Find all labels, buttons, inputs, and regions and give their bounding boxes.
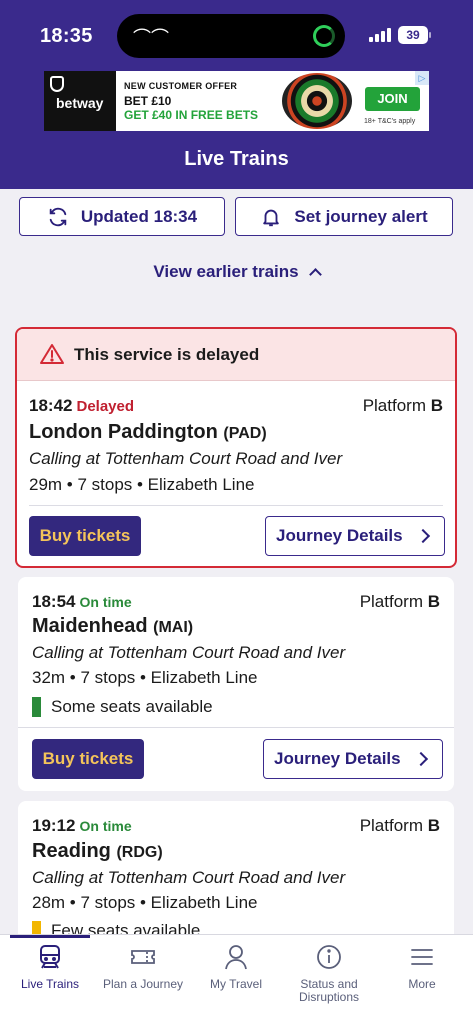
warning-icon — [40, 344, 64, 364]
delay-alert-text: This service is delayed — [74, 345, 260, 364]
dartboard-image — [282, 73, 352, 129]
calling-points: Calling at Tottenham Court Road and Iver — [29, 449, 343, 468]
ad-bet: BET £10 — [124, 94, 172, 108]
journey-meta: 29m • 7 stops • Elizabeth Line — [29, 475, 255, 494]
departure-time: 18:42 — [29, 396, 73, 415]
app-header: 18:35 ⌒⌒ 39 betway NEW CUSTOMER OFFER BE… — [0, 0, 473, 189]
view-earlier-trains-link[interactable]: View earlier trains — [0, 262, 473, 282]
station-code: (PAD) — [223, 425, 267, 442]
refresh-icon — [49, 207, 67, 226]
advert-banner[interactable]: betway NEW CUSTOMER OFFER BET £10 GET £4… — [44, 71, 429, 131]
card-divider — [29, 505, 443, 506]
platform: Platform B — [362, 396, 443, 415]
dynamic-island: ⌒⌒ — [117, 14, 345, 58]
status-badge: On time — [79, 594, 132, 610]
status-bar: 18:35 ⌒⌒ 39 — [0, 0, 473, 70]
chevron-right-icon — [413, 751, 429, 767]
station-code: (RDG) — [116, 844, 163, 861]
betway-logo: betway — [44, 71, 116, 131]
delay-alert: This service is delayed — [17, 329, 455, 381]
platform-number: B — [427, 592, 440, 611]
departure-time-row: 18:54 On time — [32, 592, 132, 612]
signal-icon — [369, 28, 391, 42]
departure-time-row: 19:12 On time — [32, 816, 132, 836]
calling-points: Calling at Tottenham Court Road and Iver — [32, 868, 346, 887]
nav-more[interactable]: More — [382, 943, 462, 991]
chevron-right-icon — [415, 528, 431, 544]
bell-icon — [263, 209, 280, 226]
destination: Reading (RDG) — [32, 840, 163, 862]
nav-status-disruptions[interactable]: Status and Disruptions — [286, 943, 372, 1004]
journey-details-button[interactable]: Journey Details — [265, 516, 445, 556]
status-badge: Delayed — [76, 398, 135, 415]
platform: Platform B — [359, 592, 440, 611]
station-code: (MAI) — [153, 619, 194, 636]
train-card[interactable]: This service is delayed 18:42 Delayed Pla… — [15, 327, 457, 568]
shield-icon — [50, 76, 64, 92]
card-divider — [18, 727, 454, 728]
active-tab-indicator — [10, 935, 90, 938]
departure-time-row: 18:42 Delayed — [29, 396, 134, 416]
menu-icon — [411, 949, 433, 965]
chevron-up-icon — [308, 268, 322, 281]
buy-tickets-button[interactable]: Buy tickets — [32, 739, 144, 779]
destination: Maidenhead (MAI) — [32, 615, 194, 637]
ad-free-bets: GET £40 IN FREE BETS — [124, 108, 259, 122]
person-icon — [225, 945, 247, 970]
view-earlier-label: View earlier trains — [153, 262, 299, 281]
nav-live-trains[interactable]: Live Trains — [10, 943, 90, 991]
activity-ring-icon — [313, 25, 335, 47]
journey-meta: 32m • 7 stops • Elizabeth Line — [32, 668, 258, 687]
adchoices-icon[interactable]: ▷ — [415, 71, 429, 85]
platform-number: B — [427, 816, 440, 835]
info-icon — [317, 945, 341, 969]
nav-plan-journey[interactable]: Plan a Journey — [100, 943, 186, 991]
ad-offer: NEW CUSTOMER OFFER — [124, 81, 238, 91]
refresh-button[interactable]: Updated 18:34 — [19, 197, 225, 236]
calling-points: Calling at Tottenham Court Road and Iver — [32, 643, 346, 662]
airpods-icon: ⌒⌒ — [133, 28, 169, 48]
clock: 18:35 — [40, 25, 93, 47]
bottom-navigation: Live Trains Plan a Journey My Travel Sta… — [0, 934, 473, 1024]
journey-details-button[interactable]: Journey Details — [263, 739, 443, 779]
seat-availability: Some seats available — [32, 697, 213, 717]
train-card[interactable]: 18:54 On time Platform B Maidenhead (MAI)… — [18, 577, 454, 791]
departure-time: 18:54 — [32, 592, 76, 611]
battery-icon: 39 — [398, 26, 431, 44]
platform: Platform B — [359, 816, 440, 835]
seat-indicator — [32, 697, 41, 717]
ad-join-button[interactable]: JOIN — [365, 87, 420, 111]
destination: London Paddington (PAD) — [29, 421, 267, 443]
page-title: Live Trains — [184, 148, 289, 170]
refresh-label: Updated 18:34 — [80, 206, 198, 226]
platform-number: B — [430, 396, 443, 415]
ticket-icon — [131, 950, 155, 964]
nav-my-travel[interactable]: My Travel — [196, 943, 276, 991]
departure-time: 19:12 — [32, 816, 76, 835]
journey-alert-label: Set journey alert — [294, 206, 428, 226]
journey-alert-button[interactable]: Set journey alert — [235, 197, 453, 236]
ad-terms: 18+ T&C's apply — [364, 118, 416, 125]
journey-meta: 28m • 7 stops • Elizabeth Line — [32, 893, 258, 912]
buy-tickets-button[interactable]: Buy tickets — [29, 516, 141, 556]
train-icon — [40, 945, 60, 969]
status-badge: On time — [79, 818, 132, 834]
